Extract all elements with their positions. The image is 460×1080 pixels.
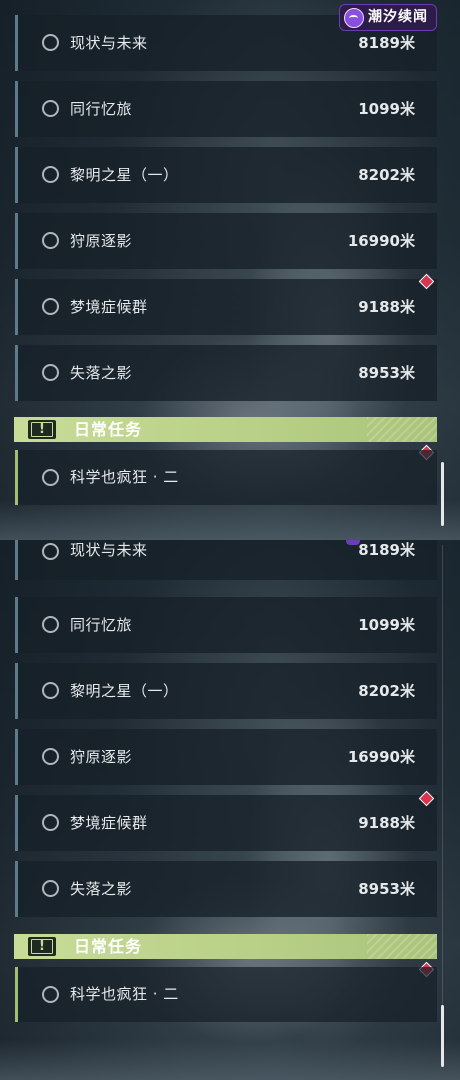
radio-icon xyxy=(42,748,59,765)
quest-name: 梦境症候群 xyxy=(70,814,148,832)
logo-text: 潮汐续闻 xyxy=(368,9,428,25)
quest-row-shouyuan[interactable]: 狩原逐影 16990米 xyxy=(15,729,437,785)
quest-row-liming[interactable]: 黎明之星（一） 8202米 xyxy=(15,147,437,203)
quest-name: 黎明之星（一） xyxy=(70,682,179,700)
quest-row-mengjing[interactable]: 梦境症候群 9188米 xyxy=(15,279,437,335)
quest-distance: 1099米 xyxy=(358,616,415,634)
radio-icon xyxy=(42,543,59,560)
quest-distance: 8202米 xyxy=(358,682,415,700)
quest-row-shiluo[interactable]: 失落之影 8953米 xyxy=(15,861,437,917)
quest-name: 现状与未来 xyxy=(70,541,148,559)
radio-icon xyxy=(42,682,59,699)
quest-name: 失落之影 xyxy=(70,880,133,898)
daily-quest-row[interactable]: 科学也疯狂 · 二 xyxy=(15,450,437,505)
quest-distance: 1099米 xyxy=(358,100,415,118)
quest-name: 狩原逐影 xyxy=(70,232,133,250)
quest-row-tongxing[interactable]: 同行忆旅 1099米 xyxy=(15,597,437,653)
radio-icon xyxy=(42,298,59,315)
quest-row-liming[interactable]: 黎明之星（一） 8202米 xyxy=(15,663,437,719)
quest-name: 现状与未来 xyxy=(70,34,148,52)
quest-name: 同行忆旅 xyxy=(70,100,133,118)
scrollbar-thumb[interactable] xyxy=(441,462,444,526)
quest-name: 梦境症候群 xyxy=(70,298,148,316)
quest-distance: 16990米 xyxy=(347,748,415,766)
quest-distance: 9188米 xyxy=(358,814,415,832)
daily-quest-header: ! 日常任务 xyxy=(14,934,437,959)
quest-name: 同行忆旅 xyxy=(70,616,133,634)
logo-edge-icon xyxy=(346,540,360,545)
radio-icon xyxy=(42,34,59,51)
daily-quest-header: ! 日常任务 xyxy=(14,417,437,442)
radio-icon xyxy=(42,880,59,897)
scrollbar-thumb[interactable] xyxy=(441,1005,444,1067)
quest-name: 狩原逐影 xyxy=(70,748,133,766)
game-logo: 潮汐续闻 xyxy=(339,4,437,31)
scrollbar-track xyxy=(442,545,443,1065)
alert-icon: ! xyxy=(28,937,56,956)
radio-icon xyxy=(42,986,59,1003)
daily-quest-title: 日常任务 xyxy=(74,420,143,439)
quest-name: 科学也疯狂 · 二 xyxy=(70,985,179,1003)
radio-icon xyxy=(42,616,59,633)
quest-distance: 16990米 xyxy=(347,232,415,250)
radio-icon xyxy=(42,364,59,381)
quest-distance: 8953米 xyxy=(358,364,415,382)
logo-icon xyxy=(344,8,364,28)
quest-name: 黎明之星（一） xyxy=(70,166,179,184)
header-stripes xyxy=(367,934,437,959)
quest-row-mengjing[interactable]: 梦境症候群 9188米 xyxy=(15,795,437,851)
quest-row-tongxing[interactable]: 同行忆旅 1099米 xyxy=(15,81,437,137)
radio-icon xyxy=(42,469,59,486)
alert-icon: ! xyxy=(28,420,56,439)
header-stripes xyxy=(367,417,437,442)
quest-distance: 8202米 xyxy=(358,166,415,184)
quest-distance: 8189米 xyxy=(358,541,415,559)
quest-row-shiluo[interactable]: 失落之影 8953米 xyxy=(15,345,437,401)
quest-name: 科学也疯狂 · 二 xyxy=(70,468,179,486)
radio-icon xyxy=(42,166,59,183)
daily-quest-title: 日常任务 xyxy=(74,937,143,956)
radio-icon xyxy=(42,814,59,831)
quest-name: 失落之影 xyxy=(70,364,133,382)
daily-quest-row[interactable]: 科学也疯狂 · 二 xyxy=(15,967,437,1022)
quest-panel-bottom: 现状与未来 8189米 同行忆旅 1099米 黎明之星（一） 8202米 狩原逐… xyxy=(0,540,460,1080)
panel-bottom-fade xyxy=(0,1040,460,1080)
panel-bottom-fade xyxy=(0,500,460,540)
quest-row-shouyuan[interactable]: 狩原逐影 16990米 xyxy=(15,213,437,269)
radio-icon xyxy=(42,232,59,249)
quest-row-xianzhuang[interactable]: 现状与未来 8189米 xyxy=(15,540,437,580)
quest-panel-top: 现状与未来 8189米 同行忆旅 1099米 黎明之星（一） 8202米 狩原逐… xyxy=(0,0,460,540)
quest-distance: 9188米 xyxy=(358,298,415,316)
radio-icon xyxy=(42,100,59,117)
quest-distance: 8953米 xyxy=(358,880,415,898)
